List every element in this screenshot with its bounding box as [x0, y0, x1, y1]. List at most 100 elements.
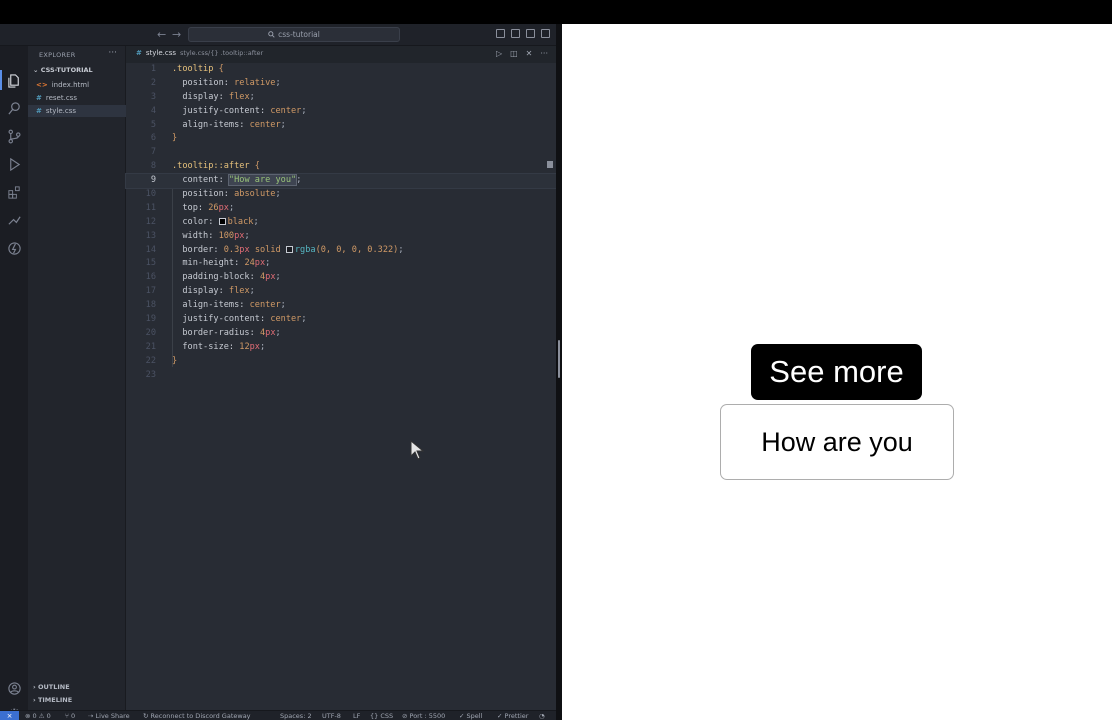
line-number: 16 — [145, 272, 156, 283]
line-number: 10 — [145, 189, 156, 200]
line-number: 17 — [145, 286, 156, 297]
back-arrow-icon[interactable]: ← — [157, 28, 166, 41]
refresh-icon: ↻ — [143, 712, 151, 720]
code-line: 21 font-size: 12px; — [126, 341, 556, 355]
line-number: 3 — [150, 91, 156, 102]
scrollbar-marker[interactable] — [547, 161, 553, 168]
tab-label: style.css — [145, 49, 177, 57]
folder-css-tutorial[interactable]: ⌄ CSS-TUTORIAL — [33, 66, 93, 74]
property: display: — [172, 286, 229, 297]
customize-layout-icon[interactable] — [541, 29, 550, 38]
property: align-items: — [172, 119, 250, 130]
remote-indicator[interactable]: ⨯ — [0, 711, 19, 720]
remote-explorer-icon[interactable] — [6, 212, 22, 228]
line-number: 19 — [145, 314, 156, 325]
file-reset-css[interactable]: # reset.css — [28, 92, 126, 104]
live-share-button[interactable]: ⇢ Live Share — [88, 712, 130, 720]
code-line: 6} — [126, 132, 556, 146]
line-number: 1 — [150, 64, 156, 74]
outline-section[interactable]: › OUTLINE — [33, 683, 70, 691]
folder-label: CSS-TUTORIAL — [40, 66, 93, 74]
see-more-button[interactable]: See more — [751, 344, 922, 400]
tab-bar: # style.css style.css/{} .tooltip::after… — [126, 46, 556, 63]
forward-arrow-icon[interactable]: → — [172, 28, 181, 41]
activity-bar — [0, 46, 28, 720]
encoding-status[interactable]: UTF-8 — [322, 712, 341, 720]
breadcrumb[interactable]: style.css/{} .tooltip::after — [180, 49, 263, 57]
code-line: 12 color: black; — [126, 216, 556, 230]
thunder-client-icon[interactable] — [6, 240, 22, 256]
tab-style-css[interactable]: # style.css style.css/{} .tooltip::after — [136, 49, 263, 57]
property: content: — [172, 175, 229, 186]
notifications-icon[interactable]: ◔ — [539, 712, 545, 720]
tooltip-popup: How are you — [720, 404, 954, 480]
line-number: 9 — [150, 175, 156, 186]
discord-label: Reconnect to Discord Gateway — [150, 712, 251, 720]
string-selection: "How are you" — [227, 174, 298, 187]
property: border: — [172, 244, 224, 255]
code-line: 14 border: 0.3px solid rgba(0, 0, 0, 0.3… — [126, 244, 556, 258]
code-line: 3 display: flex; — [126, 91, 556, 105]
line-number: 6 — [150, 133, 156, 144]
toggle-panel-icon[interactable] — [511, 29, 520, 38]
code-editor[interactable]: # style.css style.css/{} .tooltip::after… — [125, 46, 556, 710]
run-icon[interactable]: ▷ — [496, 49, 502, 58]
html-file-icon: <> — [36, 81, 48, 89]
code-line: 11 top: 26px; — [126, 202, 556, 216]
outline-label: OUTLINE — [37, 683, 70, 691]
prettier-status[interactable]: ✓ Prettier — [497, 712, 528, 720]
close-icon[interactable]: ✕ — [526, 49, 533, 58]
line-number: 11 — [145, 202, 156, 213]
live-share-icon: ⇢ — [88, 712, 96, 720]
more-actions-icon[interactable]: ··· — [108, 48, 117, 58]
property: justify-content: — [172, 314, 271, 325]
line-number: 4 — [150, 105, 156, 116]
problems-status[interactable]: ⊗ 0 ⚠ 0 — [25, 712, 51, 720]
ports-status[interactable]: ⑂ 0 — [65, 712, 75, 720]
file-style-css[interactable]: # style.css — [28, 105, 126, 117]
explorer-icon[interactable] — [6, 72, 22, 88]
unit: px — [218, 202, 229, 213]
spell-status[interactable]: ✓ Spell — [459, 712, 482, 720]
code-line: 17 display: flex; — [126, 285, 556, 299]
extensions-icon[interactable] — [6, 184, 22, 200]
indentation-status[interactable]: Spaces: 2 — [280, 712, 312, 720]
color-swatch-icon[interactable] — [218, 217, 226, 225]
more-actions-icon[interactable]: ··· — [540, 49, 548, 58]
source-control-icon[interactable] — [6, 128, 22, 144]
unit: px — [249, 341, 260, 352]
unit: px — [265, 272, 276, 283]
accounts-icon[interactable] — [6, 680, 22, 696]
live-server-port[interactable]: ⊘ Port : 5500 — [402, 712, 445, 720]
number: 0.3 — [223, 244, 240, 255]
live-share-label: Live Share — [95, 712, 130, 720]
code-area[interactable]: 1 .tooltip { 2 position: relative; 3 disp… — [125, 63, 556, 382]
arguments: (0, 0, 0, 0.322) — [315, 244, 399, 255]
code-line: 15 min-height: 24px; — [126, 257, 556, 271]
editor-actions: ▷ ◫ ✕ ··· — [496, 49, 548, 58]
run-debug-icon[interactable] — [6, 156, 22, 172]
status-bar: ⨯ ⊗ 0 ⚠ 0 ⑂ 0 ⇢ Live Share ↻ Reconnect t… — [0, 710, 556, 720]
explorer-sidebar: EXPLORER ··· ⌄ CSS-TUTORIAL <> index.htm… — [28, 46, 126, 710]
mouse-pointer-icon — [410, 440, 424, 460]
discord-status[interactable]: ↻ Reconnect to Discord Gateway — [143, 712, 251, 720]
vscode-window: ← → css-tutorial EXPLORER ··· ⌄ CSS-TUTO… — [0, 24, 556, 720]
brace: { — [213, 64, 224, 74]
number: 24 — [244, 258, 255, 269]
file-label: index.html — [51, 81, 90, 89]
file-index-html[interactable]: <> index.html — [28, 79, 126, 91]
command-center-search[interactable]: css-tutorial — [188, 27, 400, 42]
split-editor-icon[interactable]: ◫ — [510, 49, 518, 58]
search-icon[interactable] — [6, 100, 22, 116]
line-number: 13 — [145, 230, 156, 241]
color-swatch-icon[interactable] — [285, 245, 293, 253]
language-status[interactable]: {} CSS — [370, 712, 393, 720]
property: position: — [172, 189, 235, 200]
line-number: 7 — [150, 147, 156, 158]
toggle-primary-sidebar-icon[interactable] — [496, 29, 505, 38]
toggle-secondary-sidebar-icon[interactable] — [526, 29, 535, 38]
value: flex — [228, 286, 250, 297]
timeline-section[interactable]: › TIMELINE — [33, 696, 72, 704]
eol-status[interactable]: LF — [353, 712, 360, 720]
split-handle[interactable] — [558, 340, 560, 378]
